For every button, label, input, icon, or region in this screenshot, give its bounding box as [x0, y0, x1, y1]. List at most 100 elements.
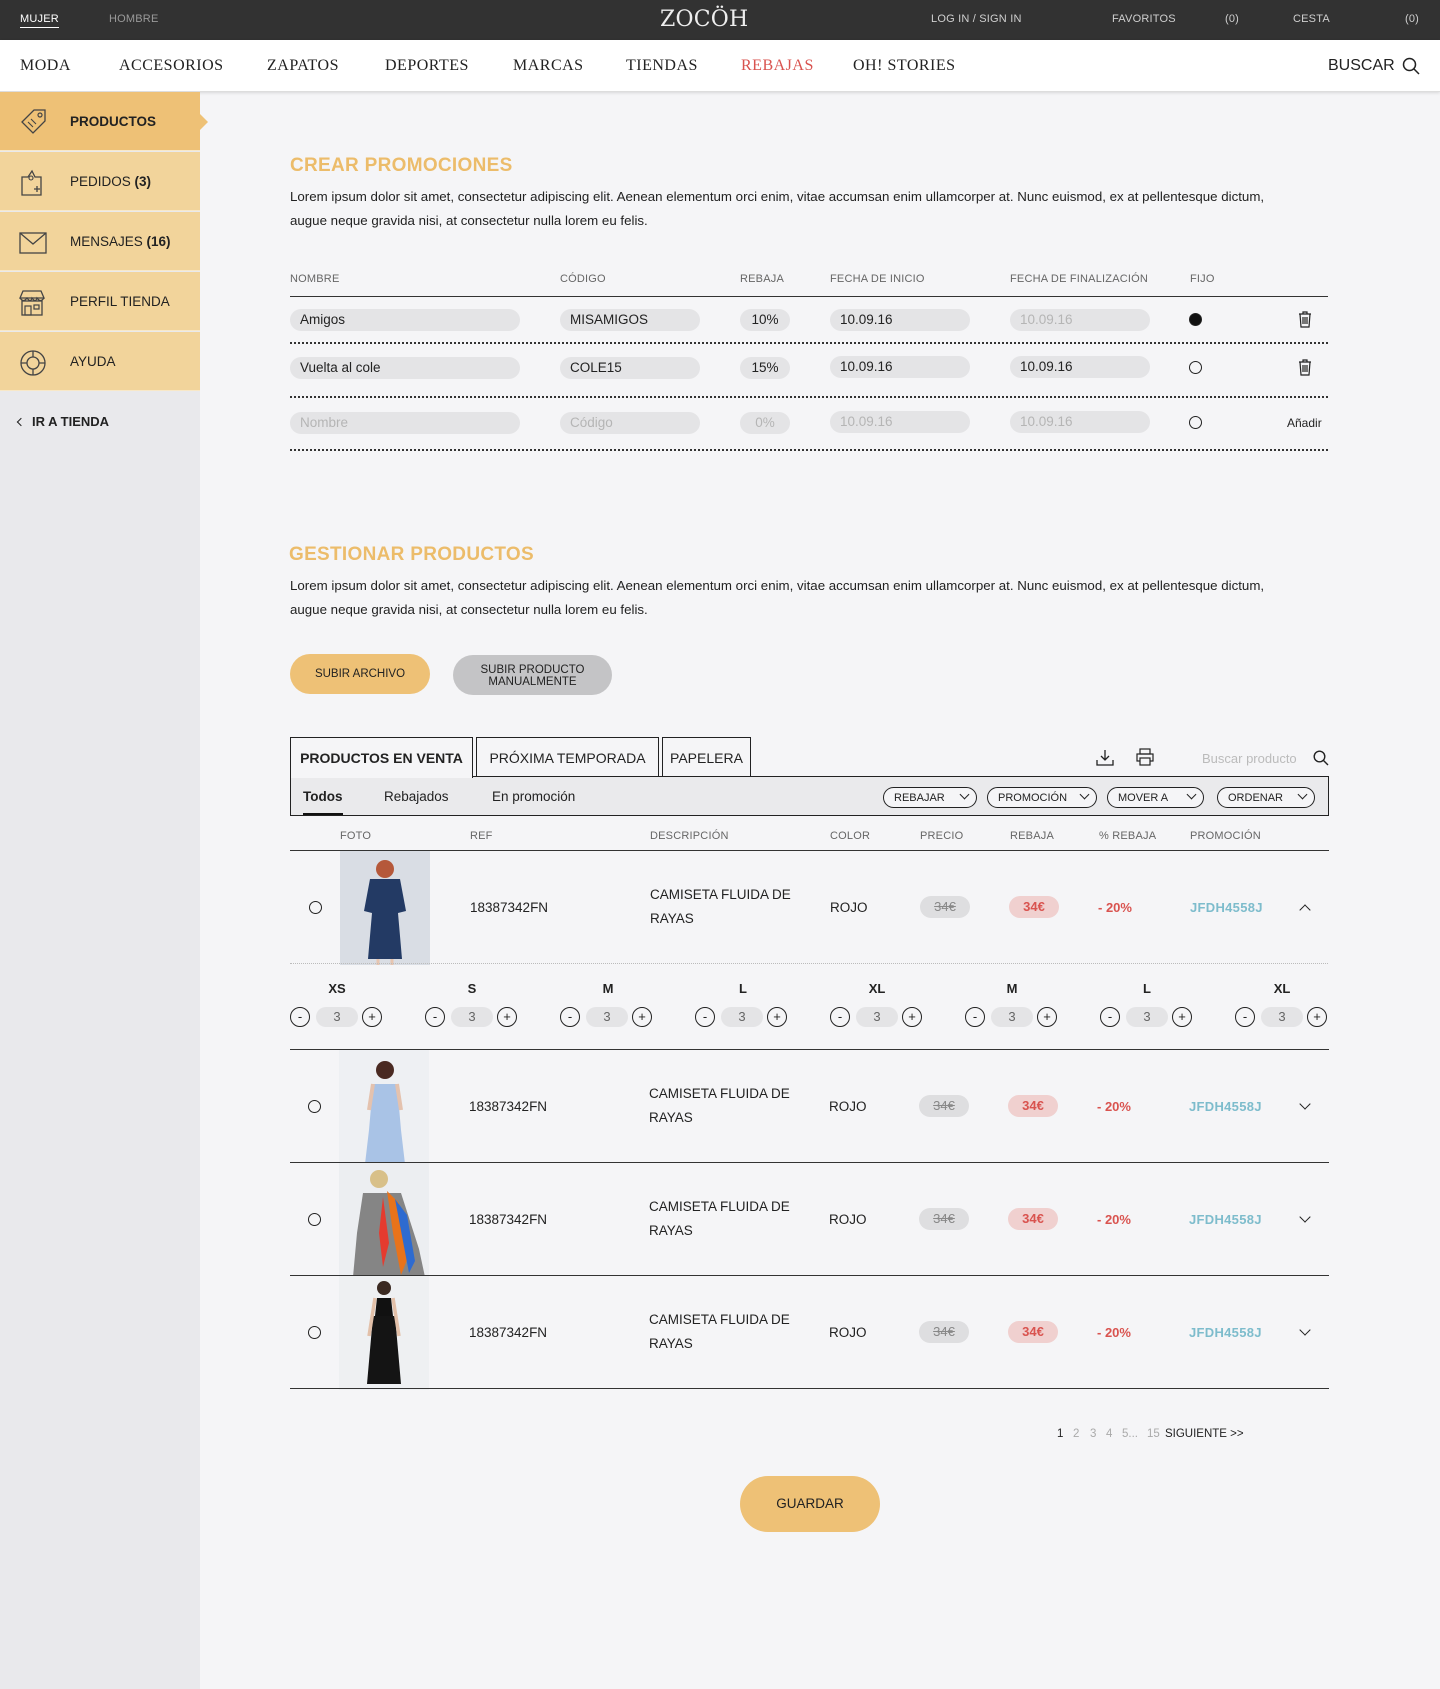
qty-increment-button[interactable]: +	[362, 1007, 382, 1027]
qty-increment-button[interactable]: +	[1172, 1007, 1192, 1027]
product-promo-code[interactable]: JFDH4558J	[1189, 1212, 1262, 1227]
new-promo-start-input[interactable]: 10.09.16	[830, 411, 970, 433]
promo-name-field[interactable]: Vuelta al cole	[290, 357, 520, 379]
favorites-link[interactable]: FAVORITOS	[1112, 13, 1176, 25]
qty-increment-button[interactable]: +	[1307, 1007, 1327, 1027]
qty-decrement-button[interactable]: -	[830, 1007, 850, 1027]
sidebar-item-mensajes[interactable]: MENSAJES (16)	[0, 212, 200, 271]
promo-code-field[interactable]: MISAMIGOS	[560, 309, 700, 331]
save-button[interactable]: GUARDAR	[740, 1476, 880, 1532]
sidebar-item-productos[interactable]: PRODUCTOS	[0, 92, 208, 151]
chevron-up-icon[interactable]	[1299, 904, 1311, 916]
qty-value[interactable]: 3	[451, 1007, 493, 1027]
qty-value[interactable]: 3	[856, 1007, 898, 1027]
qty-value[interactable]: 3	[586, 1007, 628, 1027]
promo-name-field[interactable]: Amigos	[290, 309, 520, 331]
qty-value[interactable]: 3	[1261, 1007, 1303, 1027]
qty-value[interactable]: 3	[1126, 1007, 1168, 1027]
chevron-down-icon[interactable]	[1299, 1098, 1311, 1110]
nav-oh-stories[interactable]: OH! STORIES	[853, 57, 956, 75]
qty-decrement-button[interactable]: -	[290, 1007, 310, 1027]
qty-decrement-button[interactable]: -	[425, 1007, 445, 1027]
search-link[interactable]: BUSCAR	[1328, 57, 1395, 75]
search-icon[interactable]	[1402, 57, 1420, 75]
page-link[interactable]: 2	[1073, 1428, 1079, 1440]
row-select-radio[interactable]	[308, 1326, 321, 1339]
promo-discount-field[interactable]: 10%	[740, 309, 790, 331]
promo-code-field[interactable]: COLE15	[560, 357, 700, 379]
tab-productos-en-venta[interactable]: PRODUCTOS EN VENTA	[290, 737, 473, 778]
qty-decrement-button[interactable]: -	[1100, 1007, 1120, 1027]
login-link[interactable]: LOG IN / SIGN IN	[931, 13, 1022, 25]
product-sale-price[interactable]: 34€	[1008, 1095, 1058, 1117]
gender-men-link[interactable]: HOMBRE	[109, 13, 158, 25]
sidebar-item-ayuda[interactable]: AYUDA	[0, 332, 200, 391]
mover-a-dropdown[interactable]: MOVER A	[1107, 787, 1204, 808]
trash-icon[interactable]	[1298, 359, 1312, 376]
rebajar-dropdown[interactable]: REBAJAR	[883, 787, 977, 808]
subtab-rebajados[interactable]: Rebajados	[384, 789, 449, 804]
row-select-radio[interactable]	[309, 901, 322, 914]
qty-decrement-button[interactable]: -	[965, 1007, 985, 1027]
fixed-radio[interactable]	[1189, 313, 1202, 326]
qty-value[interactable]: 3	[721, 1007, 763, 1027]
nav-tiendas[interactable]: TIENDAS	[626, 57, 698, 75]
product-sale-price[interactable]: 34€	[1008, 1321, 1058, 1343]
ordenar-dropdown[interactable]: ORDENAR	[1217, 787, 1315, 808]
search-icon[interactable]	[1313, 750, 1329, 766]
promo-discount-field[interactable]: 15%	[740, 357, 790, 379]
nav-accesorios[interactable]: ACCESORIOS	[119, 57, 224, 75]
row-select-radio[interactable]	[308, 1213, 321, 1226]
nav-moda[interactable]: MODA	[20, 57, 71, 75]
new-promo-end-input[interactable]: 10.09.16	[1010, 411, 1150, 433]
new-promo-name-input[interactable]: Nombre	[290, 412, 520, 434]
qty-decrement-button[interactable]: -	[695, 1007, 715, 1027]
promo-end-date-field[interactable]: 10.09.16	[1010, 356, 1150, 378]
page-link[interactable]: 3	[1090, 1428, 1096, 1440]
logo[interactable]: ZOCÖH	[660, 7, 748, 32]
nav-marcas[interactable]: MARCAS	[513, 57, 584, 75]
upload-file-button[interactable]: SUBIR ARCHIVO	[290, 654, 430, 694]
promo-start-date-field[interactable]: 10.09.16	[830, 356, 970, 378]
fixed-radio[interactable]	[1189, 416, 1202, 429]
product-promo-code[interactable]: JFDH4558J	[1189, 1325, 1262, 1340]
cart-link[interactable]: CESTA	[1293, 13, 1330, 25]
qty-increment-button[interactable]: +	[1037, 1007, 1057, 1027]
download-icon[interactable]	[1096, 749, 1114, 766]
nav-zapatos[interactable]: ZAPATOS	[267, 57, 339, 75]
qty-decrement-button[interactable]: -	[1235, 1007, 1255, 1027]
promo-end-date-field[interactable]: 10.09.16	[1010, 309, 1150, 331]
subtab-en-promocion[interactable]: En promoción	[492, 789, 575, 804]
qty-increment-button[interactable]: +	[767, 1007, 787, 1027]
nav-deportes[interactable]: DEPORTES	[385, 57, 469, 75]
qty-increment-button[interactable]: +	[497, 1007, 517, 1027]
product-sale-price[interactable]: 34€	[1009, 896, 1059, 918]
next-page-link[interactable]: SIGUIENTE >>	[1165, 1428, 1244, 1440]
promo-start-date-field[interactable]: 10.09.16	[830, 309, 970, 331]
nav-rebajas[interactable]: REBAJAS	[741, 57, 814, 75]
qty-value[interactable]: 3	[316, 1007, 358, 1027]
new-promo-discount-input[interactable]: 0%	[740, 412, 790, 434]
go-to-store-link[interactable]: IR A TIENDA	[16, 414, 109, 429]
qty-increment-button[interactable]: +	[902, 1007, 922, 1027]
page-link[interactable]: 5...	[1122, 1428, 1138, 1440]
qty-increment-button[interactable]: +	[632, 1007, 652, 1027]
gender-women-link[interactable]: MUJER	[20, 13, 59, 28]
qty-decrement-button[interactable]: -	[560, 1007, 580, 1027]
product-promo-code[interactable]: JFDH4558J	[1190, 900, 1263, 915]
page-link[interactable]: 4	[1106, 1428, 1112, 1440]
row-select-radio[interactable]	[308, 1100, 321, 1113]
page-link[interactable]: 15	[1147, 1428, 1160, 1440]
sidebar-item-pedidos[interactable]: PEDIDOS (3)	[0, 152, 200, 211]
chevron-down-icon[interactable]	[1299, 1211, 1311, 1223]
qty-value[interactable]: 3	[991, 1007, 1033, 1027]
sidebar-item-perfil-tienda[interactable]: PERFIL TIENDA	[0, 272, 200, 331]
upload-manual-button[interactable]: SUBIR PRODUCTO MANUALMENTE	[453, 655, 612, 695]
trash-icon[interactable]	[1298, 311, 1312, 328]
product-promo-code[interactable]: JFDH4558J	[1189, 1099, 1262, 1114]
page-link[interactable]: 1	[1057, 1428, 1063, 1440]
add-promo-button[interactable]: Añadir	[1287, 416, 1322, 430]
chevron-down-icon[interactable]	[1299, 1324, 1311, 1336]
new-promo-code-input[interactable]: Código	[560, 412, 700, 434]
product-search-input[interactable]: Buscar producto	[1202, 751, 1297, 766]
